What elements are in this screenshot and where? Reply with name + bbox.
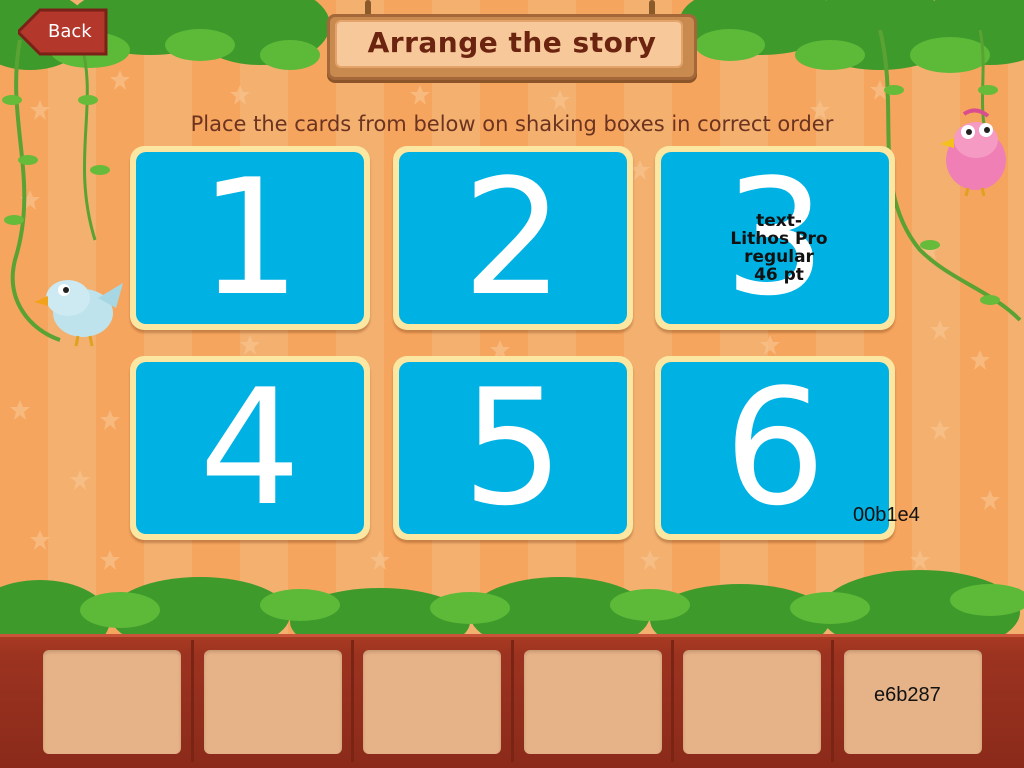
tray-divider [191, 640, 194, 762]
card-face: 4 [136, 362, 364, 534]
answer-slot-3[interactable] [363, 650, 501, 754]
card-face: 5 [399, 362, 627, 534]
back-button[interactable]: Back [18, 8, 108, 56]
title-sign: Arrange the story [327, 0, 697, 84]
card-number: 4 [199, 354, 301, 541]
page-title: Arrange the story [367, 26, 657, 59]
card-face: 1 [136, 152, 364, 324]
card-color-annotation: 00b1e4 [853, 504, 920, 526]
card-face: 2 [399, 152, 627, 324]
slot-color-annotation: e6b287 [874, 684, 941, 706]
answer-slot-6[interactable]: e6b287 [844, 650, 982, 754]
story-card-1[interactable]: 1 [130, 146, 370, 330]
answer-slot-2[interactable] [204, 650, 342, 754]
tray-divider [831, 640, 834, 762]
card-number: 5 [462, 354, 564, 541]
story-card-5[interactable]: 5 [393, 356, 633, 540]
font-annotation-line: Lithos Pro [730, 229, 828, 249]
card-number: 2 [462, 144, 564, 331]
font-annotation: text- Lithos Pro regular 46 pt [716, 212, 842, 284]
font-annotation-line: text- [756, 211, 802, 231]
card-number: 1 [199, 144, 301, 331]
instruction-text: Place the cards from below on shaking bo… [190, 112, 834, 136]
answer-slot-1[interactable] [43, 650, 181, 754]
font-annotation-line: 46 pt [754, 265, 804, 285]
answer-slot-4[interactable] [524, 650, 662, 754]
blue-bird-icon [34, 280, 123, 347]
back-label: Back [48, 21, 92, 42]
font-annotation-line: regular [744, 247, 814, 267]
tray-divider [351, 640, 354, 762]
story-card-2[interactable]: 2 [393, 146, 633, 330]
answer-slot-5[interactable] [683, 650, 821, 754]
tray-divider [511, 640, 514, 762]
tray-divider [671, 640, 674, 762]
game-scene: Back Arrange the story Place the cards f… [0, 0, 1024, 768]
story-card-4[interactable]: 4 [130, 356, 370, 540]
